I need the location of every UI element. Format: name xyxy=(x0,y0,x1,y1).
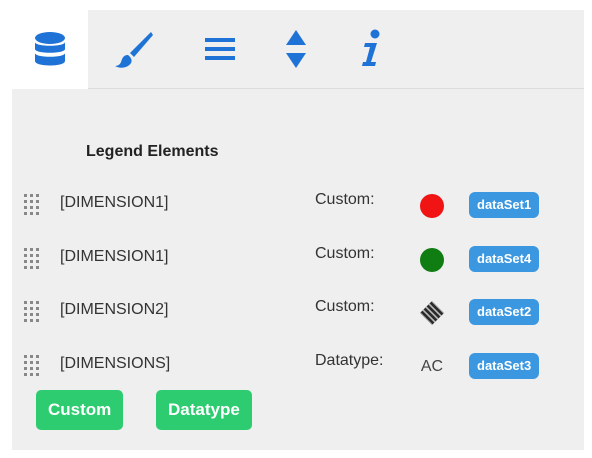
database-icon xyxy=(35,31,65,65)
dataset-badge[interactable]: dataSet2 xyxy=(469,299,540,325)
dimension-label: [DIMENSION1] xyxy=(60,248,169,265)
add-datatype-button[interactable]: Datatype xyxy=(156,390,252,430)
tab-info[interactable] xyxy=(342,10,402,88)
tab-style[interactable] xyxy=(104,10,164,88)
legend-title: Legend Elements xyxy=(86,143,219,160)
pattern-diamond-icon xyxy=(420,301,444,325)
tab-list[interactable] xyxy=(190,10,250,88)
type-label: Custom: xyxy=(315,191,375,208)
type-label: Custom: xyxy=(315,245,375,262)
tab-bar xyxy=(12,10,584,89)
dataset-badge[interactable]: dataSet1 xyxy=(469,192,540,218)
type-label: Datatype: xyxy=(315,352,384,369)
tab-data[interactable] xyxy=(12,10,88,89)
dimension-label: [DIMENSION1] xyxy=(60,194,169,211)
marker-red-dot[interactable] xyxy=(418,192,446,220)
green-dot-icon xyxy=(420,248,444,272)
add-custom-button[interactable]: Custom xyxy=(36,390,124,430)
info-icon xyxy=(362,29,380,66)
legend-row: [DIMENSION1] Custom: dataSet1 xyxy=(12,185,584,221)
marker-green-dot[interactable] xyxy=(418,246,446,274)
drag-handle-icon[interactable] xyxy=(22,353,42,377)
type-label: Custom: xyxy=(315,298,375,315)
legend-row: [DIMENSIONS] Datatype: AC dataSet3 xyxy=(12,346,584,382)
dimension-label: [DIMENSIONS] xyxy=(60,355,171,372)
marker-text[interactable]: AC xyxy=(418,353,446,381)
datatype-value: AC xyxy=(420,358,444,375)
dimension-label: [DIMENSION2] xyxy=(60,301,169,318)
dataset-badge[interactable]: dataSet4 xyxy=(469,246,540,272)
legend-content: Legend Elements [DIMENSION1] Custom: dat… xyxy=(12,89,584,450)
tab-sort[interactable] xyxy=(266,10,326,88)
drag-handle-icon[interactable] xyxy=(22,299,42,323)
drag-handle-icon[interactable] xyxy=(22,246,42,270)
drag-handle-icon[interactable] xyxy=(22,192,42,216)
sort-icon xyxy=(286,30,306,68)
legend-row: [DIMENSION1] Custom: dataSet4 xyxy=(12,239,584,275)
marker-pattern[interactable] xyxy=(418,299,446,327)
list-icon xyxy=(205,38,235,60)
legend-row: [DIMENSION2] Custom: dataSet2 xyxy=(12,292,584,328)
red-dot-icon xyxy=(420,194,444,218)
legend-panel: Legend Elements [DIMENSION1] Custom: dat… xyxy=(12,10,584,450)
brush-icon xyxy=(115,32,153,68)
dataset-badge[interactable]: dataSet3 xyxy=(469,353,540,379)
